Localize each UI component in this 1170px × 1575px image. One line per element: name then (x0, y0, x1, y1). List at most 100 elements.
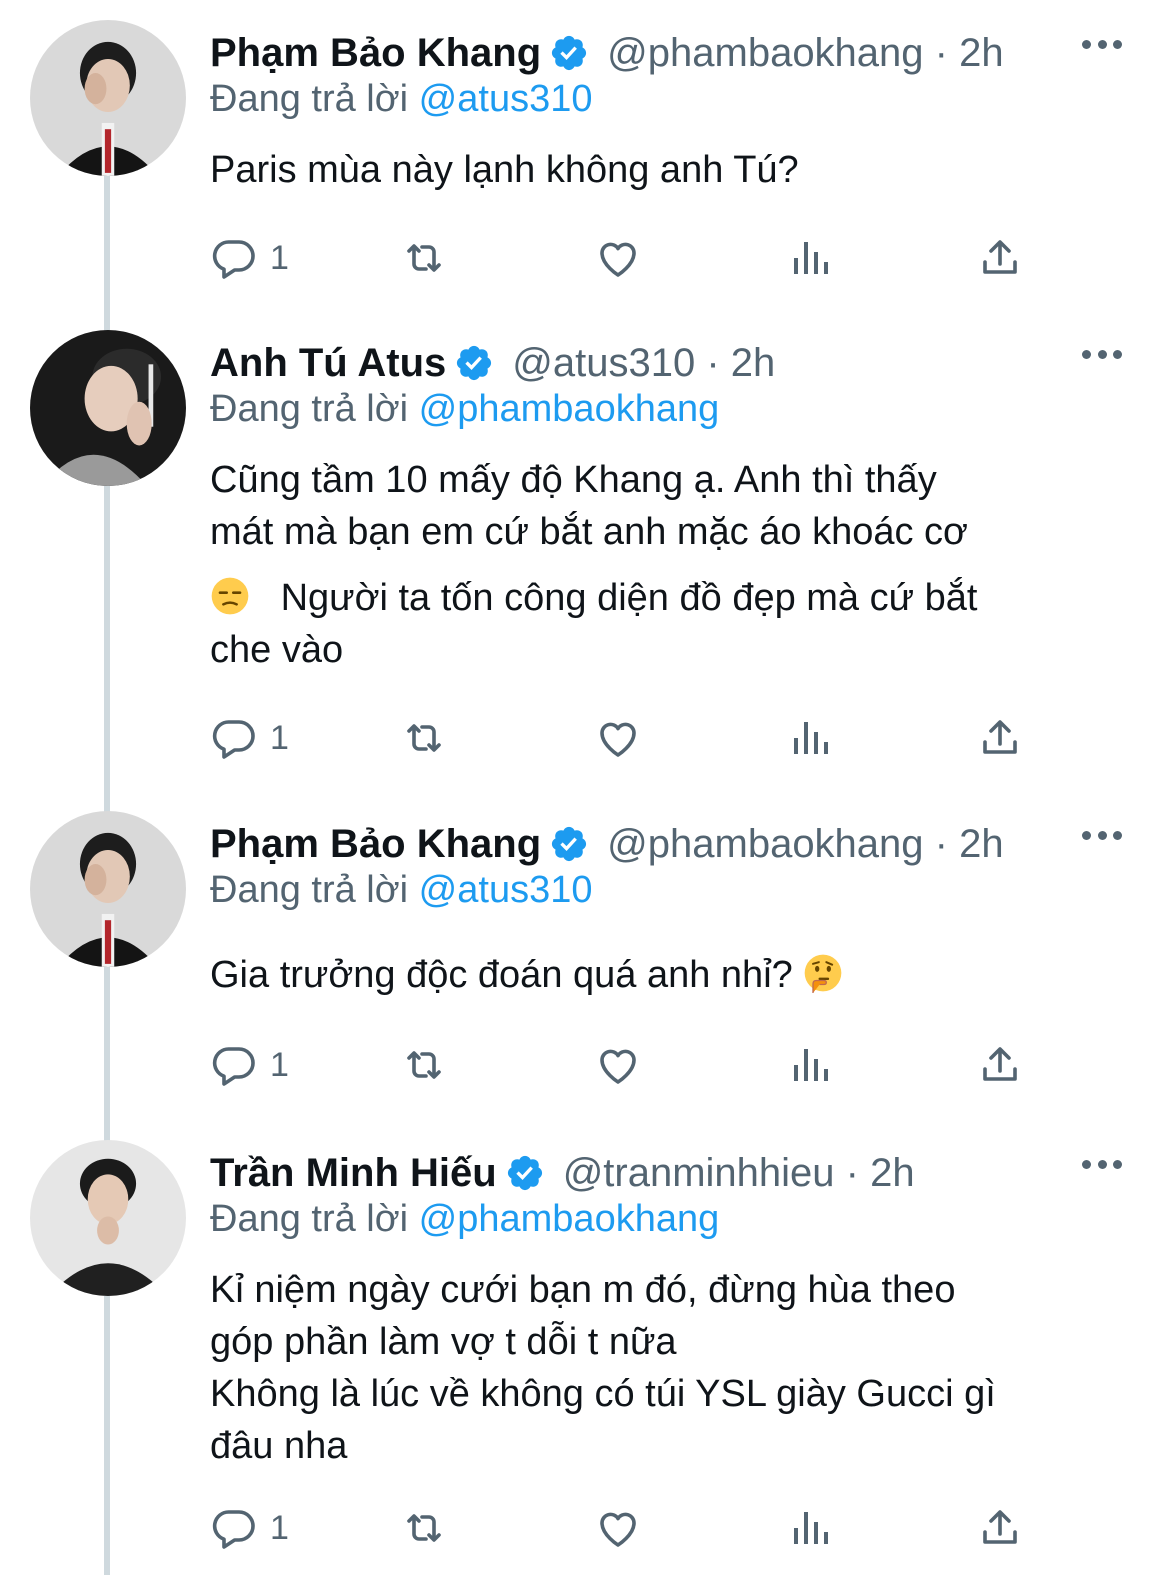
reply-prefix: Đang trả lời (210, 1198, 409, 1240)
reply-count: 1 (270, 718, 289, 757)
share-button[interactable] (976, 710, 1024, 766)
replying-to: Đang trả lời @atus310 (210, 869, 592, 912)
reply-icon (212, 240, 255, 279)
display-name[interactable]: Anh Tú Atus (210, 341, 446, 386)
retweet-button[interactable] (400, 1500, 448, 1556)
tweet-header: Phạm Bảo Khang @phambaokhang · 2h (210, 28, 1130, 78)
tweet-text-line: góp phần làm vợ t dỗi t nữa (210, 1321, 677, 1363)
retweet-button[interactable] (400, 230, 448, 286)
like-button[interactable] (594, 710, 642, 766)
reply-count: 1 (270, 1508, 289, 1547)
replying-to: Đang trả lời @atus310 (210, 78, 592, 121)
tweet-text: Cũng tầm 10 mấy độ Khang ạ. Anh thì thấy… (210, 454, 1110, 676)
reply-count: 1 (270, 1045, 289, 1084)
reply-icon (212, 1510, 255, 1549)
reply-prefix: Đang trả lời (210, 388, 409, 430)
avatar[interactable] (30, 811, 186, 967)
tweet-text-line: mát mà bạn em cứ bắt anh mặc áo khoác cơ (210, 511, 968, 553)
avatar[interactable] (30, 330, 186, 486)
thinking-face-emoji (804, 954, 842, 993)
views-button[interactable] (786, 710, 834, 766)
mention-link[interactable]: @phambaokhang (419, 1198, 720, 1240)
reply-button[interactable]: 1 (210, 1037, 289, 1093)
like-button[interactable] (594, 1500, 642, 1556)
views-icon (794, 722, 828, 754)
verified-badge-icon (507, 1155, 542, 1191)
tweet-text-line: Không là lúc về không có túi YSL giày Gu… (210, 1373, 996, 1415)
retweet-button[interactable] (400, 710, 448, 766)
share-icon (983, 720, 1017, 754)
verified-badge-icon (552, 826, 587, 862)
tweet-text-line: Kỉ niệm ngày cưới bạn m đó, đừng hùa the… (210, 1269, 956, 1311)
action-bar: 1 (0, 230, 1170, 286)
more-icon[interactable] (1082, 34, 1122, 54)
more-icon[interactable] (1082, 344, 1122, 364)
like-button[interactable] (594, 1037, 642, 1093)
views-icon (794, 242, 828, 274)
reply-icon (212, 720, 255, 759)
like-icon (600, 242, 636, 277)
share-icon (983, 240, 1017, 274)
mention-link[interactable]: @atus310 (419, 78, 593, 120)
tweet-text: Gia trưởng độc đoán quá anh nhỉ? (210, 949, 1110, 1001)
unamused-face-emoji (211, 577, 249, 615)
retweet-icon (407, 1514, 441, 1542)
reply-icon (212, 1047, 255, 1086)
display-name[interactable]: Trần Minh Hiếu (210, 1151, 497, 1196)
tweet-text-line: che vào (210, 629, 344, 671)
share-button[interactable] (976, 1037, 1024, 1093)
views-button[interactable] (786, 1500, 834, 1556)
action-bar: 1 (0, 1037, 1170, 1093)
tweet[interactable]: Phạm Bảo Khang @phambaokhang · 2h Đang t… (0, 791, 1170, 1120)
tweet[interactable]: Anh Tú Atus @atus310 · 2h Đang trả lời @… (0, 310, 1170, 790)
handle[interactable]: @tranminhhieu · 2h (563, 1151, 915, 1196)
tweet-header: Anh Tú Atus @atus310 · 2h (210, 338, 1130, 388)
avatar[interactable] (30, 20, 186, 176)
tweet-text-line: Gia trưởng độc đoán quá anh nhỉ? (210, 949, 1110, 1001)
handle[interactable]: @atus310 · 2h (512, 341, 775, 386)
like-icon (600, 722, 636, 757)
display-name[interactable]: Phạm Bảo Khang (210, 822, 541, 867)
share-icon (983, 1047, 1017, 1081)
like-button[interactable] (594, 230, 642, 286)
retweet-button[interactable] (400, 1037, 448, 1093)
retweet-icon (407, 724, 441, 752)
tweet-text-line: Người ta tốn công diện đồ đẹp mà cứ bắt (210, 572, 1110, 624)
handle[interactable]: @phambaokhang · 2h (607, 31, 1003, 76)
views-button[interactable] (786, 230, 834, 286)
tweet-text-line: Cũng tầm 10 mấy độ Khang ạ. Anh thì thấy (210, 459, 937, 501)
verified-badge-icon (552, 35, 587, 71)
more-icon[interactable] (1082, 825, 1122, 845)
tweet-text-line: đâu nha (210, 1425, 348, 1467)
mention-link[interactable]: @atus310 (419, 869, 593, 911)
reply-button[interactable]: 1 (210, 710, 289, 766)
tweet-header: Trần Minh Hiếu @tranminhhieu · 2h (210, 1148, 1130, 1198)
handle[interactable]: @phambaokhang · 2h (607, 822, 1003, 867)
reply-button[interactable]: 1 (210, 230, 289, 286)
tweet-text-line: Paris mùa này lạnh không anh Tú? (210, 149, 799, 191)
mention-link[interactable]: @phambaokhang (419, 388, 720, 430)
more-icon[interactable] (1082, 1154, 1122, 1174)
share-button[interactable] (976, 1500, 1024, 1556)
views-button[interactable] (786, 1037, 834, 1093)
share-icon (983, 1510, 1017, 1544)
retweet-icon (407, 1051, 441, 1079)
tweet-text: Paris mùa này lạnh không anh Tú? (210, 144, 1110, 196)
like-icon (600, 1049, 636, 1084)
like-icon (600, 1512, 636, 1547)
tweet[interactable]: Trần Minh Hiếu @tranminhhieu · 2h Đang t… (0, 1120, 1170, 1575)
action-bar: 1 (0, 1500, 1170, 1556)
display-name[interactable]: Phạm Bảo Khang (210, 31, 541, 76)
share-button[interactable] (976, 230, 1024, 286)
reply-prefix: Đang trả lời (210, 78, 409, 120)
reply-button[interactable]: 1 (210, 1500, 289, 1556)
tweet-header: Phạm Bảo Khang @phambaokhang · 2h (210, 819, 1130, 869)
tweet-text: Kỉ niệm ngày cưới bạn m đó, đừng hùa the… (210, 1264, 1110, 1472)
reply-prefix: Đang trả lời (210, 869, 409, 911)
views-icon (794, 1049, 828, 1081)
avatar[interactable] (30, 1140, 186, 1296)
tweet[interactable]: Phạm Bảo Khang @phambaokhang · 2h Đang t… (0, 0, 1170, 310)
replying-to: Đang trả lời @phambaokhang (210, 388, 719, 431)
retweet-icon (407, 244, 441, 272)
verified-badge-icon (457, 345, 492, 381)
